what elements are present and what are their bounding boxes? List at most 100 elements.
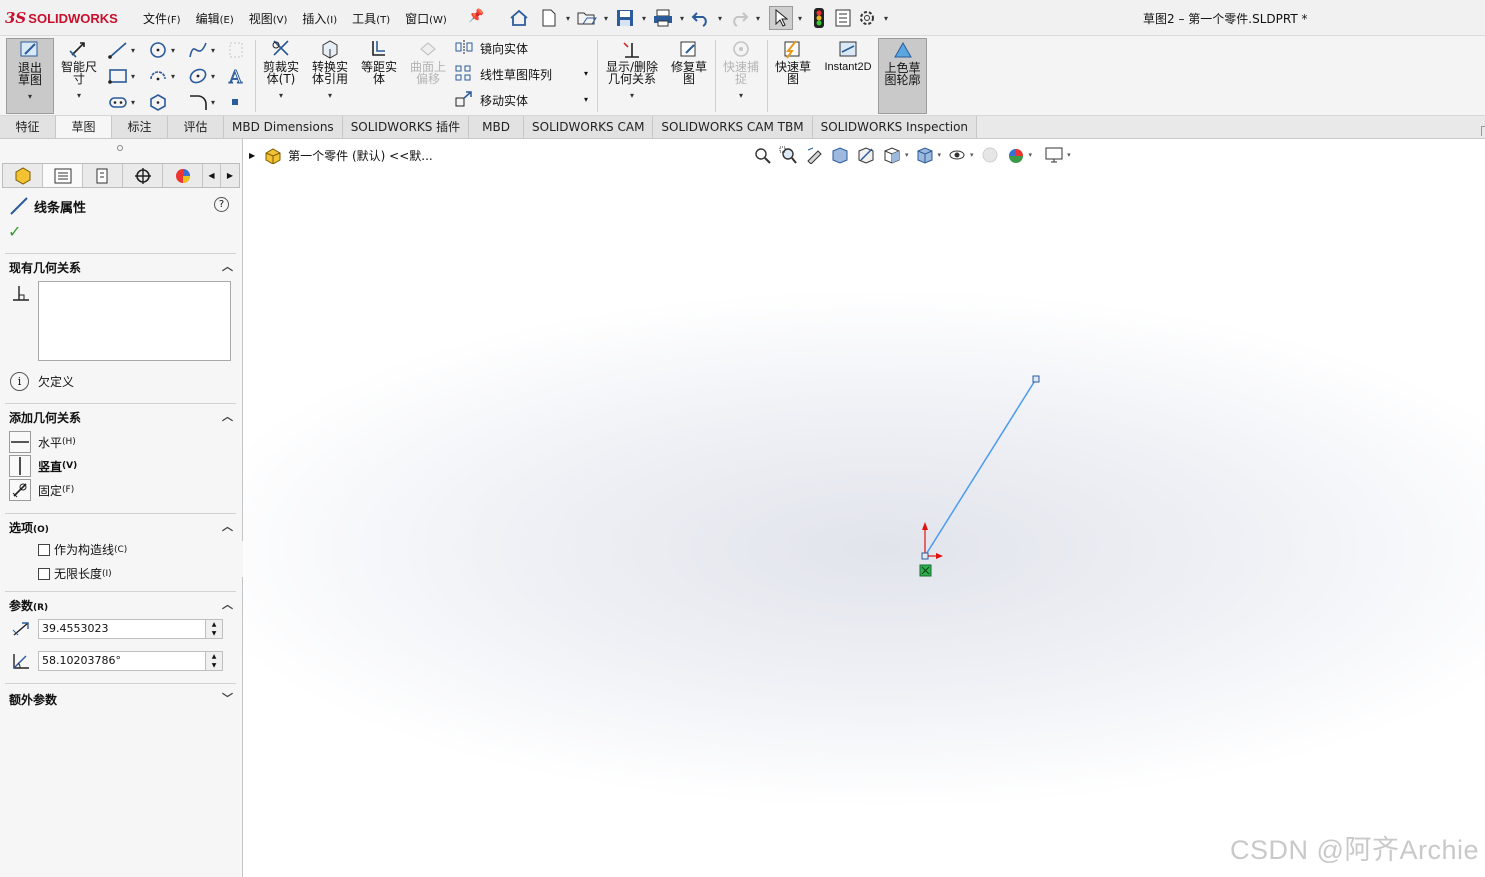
exit-sketch-button[interactable]: 退出草图 ▾ — [6, 38, 54, 114]
dynamic-annotation-icon[interactable] — [855, 145, 877, 165]
ellipse-tool[interactable]: ▾ — [188, 66, 224, 86]
trim-entities-button[interactable]: 剪裁实体(T) ▾ — [258, 38, 304, 114]
scroll-left-icon[interactable]: ◀ — [203, 164, 221, 187]
view-orientation-icon[interactable] — [881, 145, 903, 165]
chevron-down-icon[interactable]: ▾ — [584, 95, 588, 104]
rebuild-traffic-light-icon[interactable] — [807, 6, 831, 30]
gear-icon[interactable] — [855, 6, 879, 30]
tab-solidworks-inspection[interactable]: SOLIDWORKS Inspection — [812, 116, 978, 138]
chevron-up-icon[interactable]: ︿ — [222, 596, 233, 612]
infinite-length-checkbox[interactable]: 无限长度 (I) — [38, 565, 112, 582]
panel-splitter-handle[interactable] — [117, 145, 123, 151]
rapid-sketch-button[interactable]: 快速草图 — [770, 38, 816, 114]
chevron-down-icon[interactable]: ▾ — [713, 14, 727, 23]
additional-parameters-header[interactable]: 额外参数 ﹀ — [9, 691, 235, 709]
dimxpert-manager-tab[interactable] — [123, 164, 163, 187]
options-header[interactable]: 选项(O) ︿ — [9, 519, 235, 537]
chevron-down-icon[interactable]: ▾ — [561, 14, 575, 23]
line-startpoint[interactable] — [921, 552, 929, 560]
construction-checkbox[interactable]: 作为构造线 (C) — [38, 541, 127, 558]
save-icon[interactable] — [613, 6, 637, 30]
chevron-down-icon[interactable]: ▾ — [793, 14, 807, 23]
select-pointer-icon[interactable] — [769, 6, 793, 30]
taskpane-edge[interactable] — [1481, 126, 1485, 136]
view-settings-monitor-icon[interactable] — [1043, 145, 1065, 165]
tab-evaluate[interactable]: 评估 — [168, 116, 224, 138]
line-tool[interactable]: ▾ — [108, 40, 144, 60]
print-icon[interactable] — [651, 6, 675, 30]
home-icon[interactable] — [507, 6, 531, 30]
hide-show-items-icon[interactable] — [946, 145, 968, 165]
open-folder-icon[interactable] — [575, 6, 599, 30]
tab-markup[interactable]: 标注 — [112, 116, 168, 138]
move-entities-button[interactable]: 移动实体 — [455, 90, 528, 110]
line-endpoint[interactable] — [1032, 375, 1040, 383]
circle-tool[interactable]: ▾ — [148, 40, 184, 60]
shaded-contours-button[interactable]: 上色草图轮廓 — [878, 38, 927, 114]
chevron-down-icon[interactable]: ▾ — [675, 14, 689, 23]
add-relations-header[interactable]: 添加几何关系 ︿ — [9, 409, 235, 427]
zoom-to-fit-icon[interactable] — [751, 145, 773, 165]
instant2d-button[interactable]: Instant2D — [821, 38, 875, 114]
tab-solidworks-addins[interactable]: SOLIDWORKS 插件 — [342, 116, 470, 138]
relation-horizontal[interactable]: 水平 (H) — [9, 431, 76, 453]
section-view-icon[interactable] — [829, 145, 851, 165]
chevron-down-icon[interactable]: ▾ — [584, 69, 588, 78]
menu-window[interactable]: 窗口(W) — [405, 10, 447, 27]
menu-edit[interactable]: 编辑(E) — [196, 10, 234, 27]
mirror-entities-button[interactable]: 镜向实体 — [455, 38, 528, 58]
linear-pattern-button[interactable]: 线性草图阵列 — [455, 64, 552, 84]
chevron-down-icon[interactable]: ▾ — [1029, 151, 1033, 159]
configuration-manager-tab[interactable] — [83, 164, 123, 187]
sketch-line[interactable] — [924, 378, 1037, 557]
graphics-area[interactable]: ▶ 第一个零件 (默认) <<默... ▾ ▾ ▾ ▾ ▾ CSDN @阿齐Ar… — [243, 139, 1485, 877]
display-style-icon[interactable] — [914, 145, 936, 165]
chevron-down-icon[interactable]: ▾ — [1067, 151, 1071, 159]
chevron-down-icon[interactable]: ▾ — [7, 91, 53, 103]
relation-fix[interactable]: 固定 (F) — [9, 479, 74, 501]
tab-sketch[interactable]: 草图 — [56, 116, 112, 138]
chevron-down-icon[interactable]: ▾ — [307, 90, 353, 102]
relation-vertical[interactable]: 竖直 (V) — [9, 455, 77, 477]
chevron-down-icon[interactable]: ▾ — [938, 151, 942, 159]
spline-tool[interactable]: ▾ — [188, 40, 224, 60]
fillet-tool[interactable]: ▾ — [188, 92, 224, 112]
chevron-down-icon[interactable]: ▾ — [905, 151, 909, 159]
scroll-right-icon[interactable]: ▶ — [221, 164, 239, 187]
chevron-down-icon[interactable]: ﹀ — [222, 690, 233, 706]
existing-relations-header[interactable]: 现有几何关系 ︿ — [9, 259, 235, 277]
tab-solidworks-cam-tbm[interactable]: SOLIDWORKS CAM TBM — [653, 116, 813, 138]
menu-tools[interactable]: 工具(T) — [352, 10, 390, 27]
tab-features[interactable]: 特征 — [0, 116, 56, 138]
checkbox[interactable] — [38, 543, 50, 556]
chevron-up-icon[interactable]: ︿ — [222, 258, 233, 274]
menu-file[interactable]: 文件(F) — [143, 10, 181, 27]
feature-manager-tab[interactable] — [3, 164, 43, 187]
previous-view-icon[interactable] — [803, 145, 825, 165]
tab-mbd-dimensions[interactable]: MBD Dimensions — [224, 116, 343, 138]
chevron-down-icon[interactable]: ▾ — [603, 90, 661, 102]
display-delete-relations-button[interactable]: 显示/删除几何关系 ▾ — [603, 38, 661, 114]
chevron-down-icon[interactable]: ▾ — [599, 14, 613, 23]
chevron-down-icon[interactable]: ▾ — [258, 90, 304, 102]
checkbox[interactable] — [38, 567, 50, 580]
convert-entities-button[interactable]: 转换实体引用 ▾ — [307, 38, 353, 114]
chevron-down-icon[interactable]: ▾ — [637, 14, 651, 23]
tab-mbd[interactable]: MBD — [469, 116, 524, 138]
zoom-to-area-icon[interactable] — [777, 145, 799, 165]
offset-entities-button[interactable]: 等距实体 — [356, 38, 402, 114]
file-properties-icon[interactable] — [831, 6, 855, 30]
chevron-down-icon[interactable]: ▾ — [56, 90, 102, 102]
feature-tree-flyout[interactable]: ▶ 第一个零件 (默认) <<默... — [249, 147, 433, 164]
ok-check-icon[interactable]: ✓ — [8, 222, 21, 241]
undo-icon[interactable] — [689, 6, 713, 30]
tab-solidworks-cam[interactable]: SOLIDWORKS CAM — [524, 116, 654, 138]
chevron-up-icon[interactable]: ︿ — [222, 408, 233, 424]
repair-sketch-button[interactable]: 修复草图 — [666, 38, 712, 114]
menu-insert[interactable]: 插入(I) — [302, 10, 337, 27]
solidworks-logo[interactable]: 3S SOLIDWORKS — [5, 9, 118, 27]
chevron-down-icon[interactable]: ▾ — [879, 14, 893, 23]
slot-tool[interactable]: ▾ — [148, 66, 184, 86]
rectangle-tool[interactable]: ▾ — [108, 66, 144, 86]
length-input[interactable]: 39.4553023 — [38, 619, 206, 639]
